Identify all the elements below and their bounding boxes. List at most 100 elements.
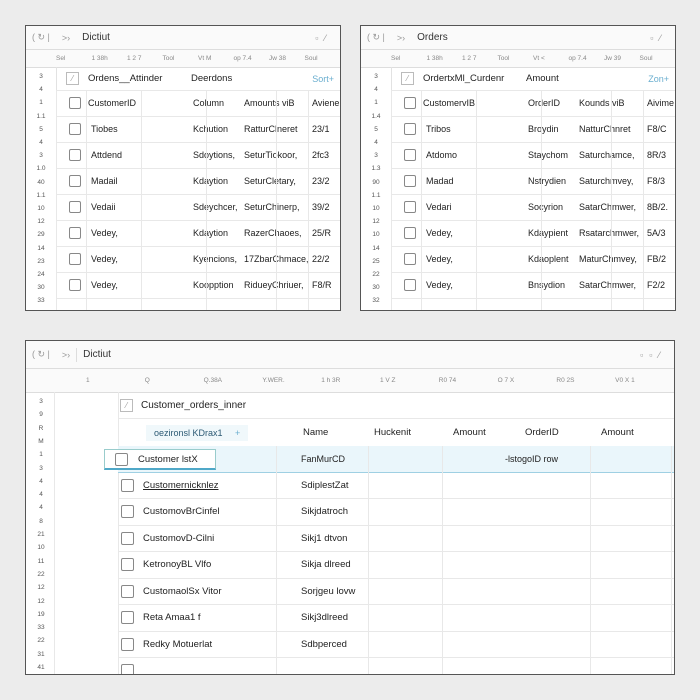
back-icon[interactable]: ( ↻ | <box>26 32 56 43</box>
group-icon[interactable]: ⁄ <box>120 398 133 412</box>
row-checkbox[interactable] <box>404 253 416 265</box>
table-row[interactable]: Vedey, Kdaypient Rsatarchmwer, 5A/3 <box>391 220 675 247</box>
column-header[interactable]: CustomerID <box>88 98 136 108</box>
row-number: 3 <box>39 398 43 405</box>
row-checkbox[interactable] <box>69 149 81 161</box>
row-checkbox[interactable] <box>404 175 416 187</box>
column-pill[interactable]: oezironsl KDrax1 + <box>146 424 249 441</box>
row-number: 4 <box>374 139 378 146</box>
table-row[interactable]: Vedey, Kdaytion RazerChaoes, 25/R <box>56 220 340 247</box>
row-checkbox[interactable] <box>121 531 134 545</box>
back-icon[interactable]: ( ↻ | <box>26 349 56 360</box>
row-checkbox[interactable] <box>69 97 81 109</box>
table-cell: 8R/3 <box>647 150 667 160</box>
table-cell: Sdeychcer, <box>193 202 238 212</box>
sort-button[interactable]: Zon+ <box>648 74 669 84</box>
row-checkbox[interactable] <box>69 123 81 135</box>
selected-row-note: -lstogoID row <box>505 454 559 464</box>
group-icon[interactable]: ⁄ <box>66 72 79 85</box>
row-checkbox[interactable] <box>404 149 416 161</box>
column-header-huckenit[interactable]: Huckenit <box>374 427 411 438</box>
row-checkbox[interactable] <box>69 227 81 239</box>
row-number: 1.4 <box>371 112 381 120</box>
row-checkbox[interactable] <box>121 584 134 598</box>
expand-icon[interactable]: >› <box>391 33 411 43</box>
row-name: CustomovBrCinfel <box>143 506 220 517</box>
column-header[interactable]: Column <box>193 98 224 108</box>
column-header[interactable]: Amounts viB <box>244 98 295 108</box>
table-row[interactable]: Vedey, Bnsydion SatarChmwer, F2/2 <box>391 272 675 299</box>
table-cell: Nstrydien <box>528 176 567 186</box>
row-checkbox[interactable] <box>115 452 128 466</box>
table-row[interactable]: Vedey,Kyencions,17ZbarChmace,22/2 <box>56 246 340 273</box>
table-cell: Vedey, <box>91 280 118 290</box>
table-cell: SatarChmwer, <box>579 202 637 212</box>
selected-row-value: FanMurCD <box>301 454 346 464</box>
table-row[interactable]: Attdend Sdoytions, SeturTiokoor, 2fc3 <box>56 142 340 169</box>
column-header[interactable]: CustomervIB <box>423 98 475 108</box>
expand-icon[interactable]: >› <box>56 33 76 43</box>
table-header-row[interactable]: CustomervIB OrderID Kounds viB Aivime <box>391 90 675 117</box>
table-cell: SeturCletary, <box>244 176 296 186</box>
table-cell: Rsatarchmwer, <box>579 228 640 238</box>
window-controls-icon[interactable]: ▫⁄ <box>315 33 340 43</box>
column-header[interactable]: Aviene <box>312 98 339 108</box>
row-checkbox[interactable] <box>404 201 416 213</box>
column-header-orderid[interactable]: OrderID <box>525 427 559 438</box>
row-checkbox[interactable] <box>404 279 416 291</box>
row-number: 40 <box>37 178 45 186</box>
row-name[interactable]: Customernicknlez <box>143 480 219 491</box>
table-header-row[interactable]: CustomerID Column Amounts viB Aviene <box>56 90 340 117</box>
window-controls-icon[interactable]: ▫▫⁄ <box>640 350 674 360</box>
row-number: 1.0 <box>36 165 46 173</box>
window-controls-icon[interactable]: ▫⁄ <box>650 33 675 43</box>
row-checkbox[interactable] <box>404 97 416 109</box>
row-checkbox[interactable] <box>121 664 134 674</box>
column-header-amount[interactable]: Amount <box>453 427 486 438</box>
row-checkbox[interactable] <box>121 478 134 492</box>
row-checkbox[interactable] <box>121 505 134 518</box>
sort-button[interactable]: Sort+ <box>312 74 334 84</box>
row-checkbox[interactable] <box>121 611 134 624</box>
table-cell: Kdaoplent <box>528 254 569 264</box>
table-cell: 8B/2. <box>647 202 669 212</box>
table-cell: RazerChaoes, <box>244 228 302 238</box>
table-row[interactable]: Vedey, Koopption RidueyChriuer, F8/R <box>56 272 340 299</box>
panel-ruler: Sel 1 38h 1 2 7 Tool Vt M op 7.4 Jw 38 Soul <box>26 50 340 68</box>
table-row[interactable]: Madail Kdaytion SeturCletary, 23/2 <box>56 168 340 195</box>
group-icon[interactable]: ⁄ <box>401 72 414 85</box>
column-header-amount-2[interactable]: Amount <box>601 427 634 438</box>
table-row[interactable]: Tribos Broydin NatturChnret F8/C <box>391 116 675 143</box>
row-checkbox[interactable] <box>69 175 81 187</box>
column-header[interactable]: Kounds viB <box>579 98 625 108</box>
group-header: ⁄ Customer_orders_inner <box>118 392 674 419</box>
row-checkbox[interactable] <box>121 637 134 651</box>
expand-icon[interactable]: >› <box>56 350 76 360</box>
table-row[interactable]: Vedey, Kdaoplent MaturChmvey, FB/2 <box>391 246 675 273</box>
back-icon[interactable]: ( ↻ | <box>361 32 391 43</box>
ruler-label: 1 <box>86 377 90 384</box>
row-number: 90 <box>372 178 380 186</box>
row-number: 4 <box>39 139 43 146</box>
row-value: SdiplestZat <box>301 479 349 491</box>
selected-cell[interactable]: Customer lstX <box>104 449 216 470</box>
table-row[interactable]: Atdomo Staychom Saturchamce, 8R/3 <box>391 142 675 169</box>
ruler-label: 1 h 3R <box>321 377 341 384</box>
row-checkbox[interactable] <box>404 227 416 239</box>
column-header[interactable]: OrderID <box>528 98 560 108</box>
column-header[interactable]: Aivime <box>647 98 674 108</box>
table-row[interactable]: Madad Nstrydien Saturchmvey, F8/3 <box>391 168 675 195</box>
row-checkbox[interactable] <box>69 279 81 291</box>
row-checkbox[interactable] <box>69 201 81 213</box>
row-checkbox[interactable] <box>69 253 81 265</box>
row-checkbox[interactable] <box>404 123 416 135</box>
table-row[interactable]: Vedaii Sdeychcer, SeturChinerp, 39/2 <box>56 194 340 221</box>
table-cell: Kyencions, <box>193 254 238 264</box>
add-column-icon[interactable]: + <box>235 428 240 438</box>
table-row[interactable]: Vedari Socyrion SatarChmwer, 8B/2. <box>391 194 675 221</box>
column-header-name[interactable]: Name <box>303 427 328 438</box>
ruler-label: Soul <box>639 55 653 62</box>
table-cell: Saturchamce, <box>579 150 635 160</box>
row-checkbox[interactable] <box>121 558 134 571</box>
table-row[interactable]: Tiobes Kchution RatturClneret 23/1 <box>56 116 340 143</box>
